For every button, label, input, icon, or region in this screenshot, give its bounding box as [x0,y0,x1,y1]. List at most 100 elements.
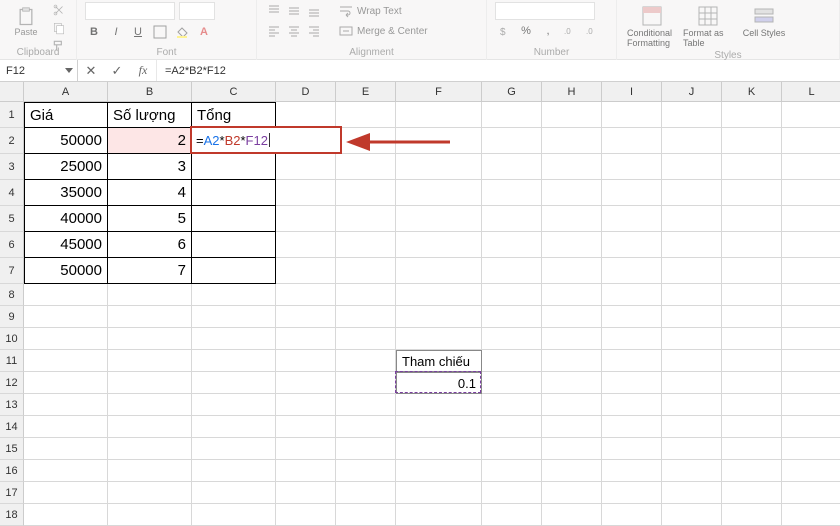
cell[interactable] [336,284,396,306]
cell[interactable]: Tham chiếu [396,350,482,372]
cell[interactable] [662,504,722,526]
cell[interactable] [542,128,602,154]
row-header[interactable]: 11 [0,350,24,372]
cell[interactable] [396,504,482,526]
column-header[interactable]: H [542,82,602,102]
cell[interactable] [542,306,602,328]
cell[interactable] [662,482,722,504]
formula-input[interactable]: =A2*B2*F12 [157,60,840,81]
number-format-select[interactable] [495,2,595,20]
cell[interactable] [276,372,336,394]
column-header[interactable]: A [24,82,108,102]
cell[interactable] [108,328,192,350]
cell[interactable] [108,394,192,416]
cell[interactable] [722,180,782,206]
cell[interactable] [396,102,482,128]
cell[interactable] [396,258,482,284]
cell[interactable] [336,350,396,372]
cell[interactable] [782,102,840,128]
cell[interactable] [108,306,192,328]
cell[interactable] [108,460,192,482]
cell[interactable] [336,180,396,206]
cell[interactable] [192,232,276,258]
cell[interactable] [602,504,662,526]
cell[interactable] [24,482,108,504]
cell[interactable] [782,372,840,394]
cell[interactable]: 3 [108,154,192,180]
cell[interactable] [192,180,276,206]
cell[interactable] [276,306,336,328]
cell[interactable] [108,482,192,504]
cell[interactable] [662,372,722,394]
cell[interactable] [782,128,840,154]
cell[interactable] [602,128,662,154]
cell[interactable] [602,232,662,258]
cell[interactable] [542,328,602,350]
cell[interactable] [336,504,396,526]
currency-button[interactable]: $ [495,22,513,40]
cell[interactable] [482,128,542,154]
cell[interactable] [542,350,602,372]
cell[interactable] [482,504,542,526]
row-header[interactable]: 9 [0,306,24,328]
row-header[interactable]: 16 [0,460,24,482]
column-header[interactable]: L [782,82,840,102]
column-header[interactable]: F [396,82,482,102]
cell[interactable] [782,438,840,460]
cell[interactable] [24,372,108,394]
cell[interactable] [602,206,662,232]
cell[interactable] [482,438,542,460]
cell[interactable] [276,180,336,206]
cell[interactable] [722,394,782,416]
cell[interactable] [396,482,482,504]
editing-cell[interactable]: =A2*B2*F12 [190,126,342,154]
cell[interactable] [396,232,482,258]
cell[interactable] [336,438,396,460]
cell[interactable] [276,258,336,284]
cell[interactable] [782,154,840,180]
cells-area[interactable]: GiáSố lượngTổng5000022500033500044000054… [24,102,840,526]
cell[interactable] [336,372,396,394]
cell[interactable] [396,438,482,460]
font-name-select[interactable] [85,2,175,20]
cell[interactable] [542,372,602,394]
cell[interactable] [396,328,482,350]
format-as-table-button[interactable]: Format as Table [681,2,735,50]
cell[interactable] [482,416,542,438]
cell[interactable] [396,180,482,206]
cell[interactable] [336,328,396,350]
cell[interactable] [276,394,336,416]
cell[interactable] [602,416,662,438]
cell[interactable] [192,258,276,284]
cell[interactable] [482,154,542,180]
row-header[interactable]: 4 [0,180,24,206]
cell[interactable] [662,394,722,416]
cell[interactable] [276,438,336,460]
cell[interactable] [482,328,542,350]
cell[interactable] [542,460,602,482]
cut-button[interactable] [50,2,68,18]
row-header[interactable]: 8 [0,284,24,306]
align-center-button[interactable] [285,22,303,40]
cell[interactable] [192,328,276,350]
cell[interactable] [722,460,782,482]
align-left-button[interactable] [265,22,283,40]
cell[interactable] [662,460,722,482]
merge-center-button[interactable]: Merge & Center [333,22,434,40]
row-header[interactable]: 6 [0,232,24,258]
cell[interactable] [336,394,396,416]
cell[interactable] [782,504,840,526]
cell[interactable] [482,284,542,306]
cell[interactable] [192,482,276,504]
cell[interactable]: 2 [108,128,192,154]
cell[interactable] [24,328,108,350]
cell[interactable] [482,180,542,206]
cell[interactable] [662,258,722,284]
cell[interactable]: 50000 [24,258,108,284]
cell-styles-button[interactable]: Cell Styles [737,2,791,50]
cell[interactable] [276,460,336,482]
cell[interactable] [542,154,602,180]
cell[interactable]: 50000 [24,128,108,154]
cell[interactable] [602,438,662,460]
cell[interactable] [542,232,602,258]
